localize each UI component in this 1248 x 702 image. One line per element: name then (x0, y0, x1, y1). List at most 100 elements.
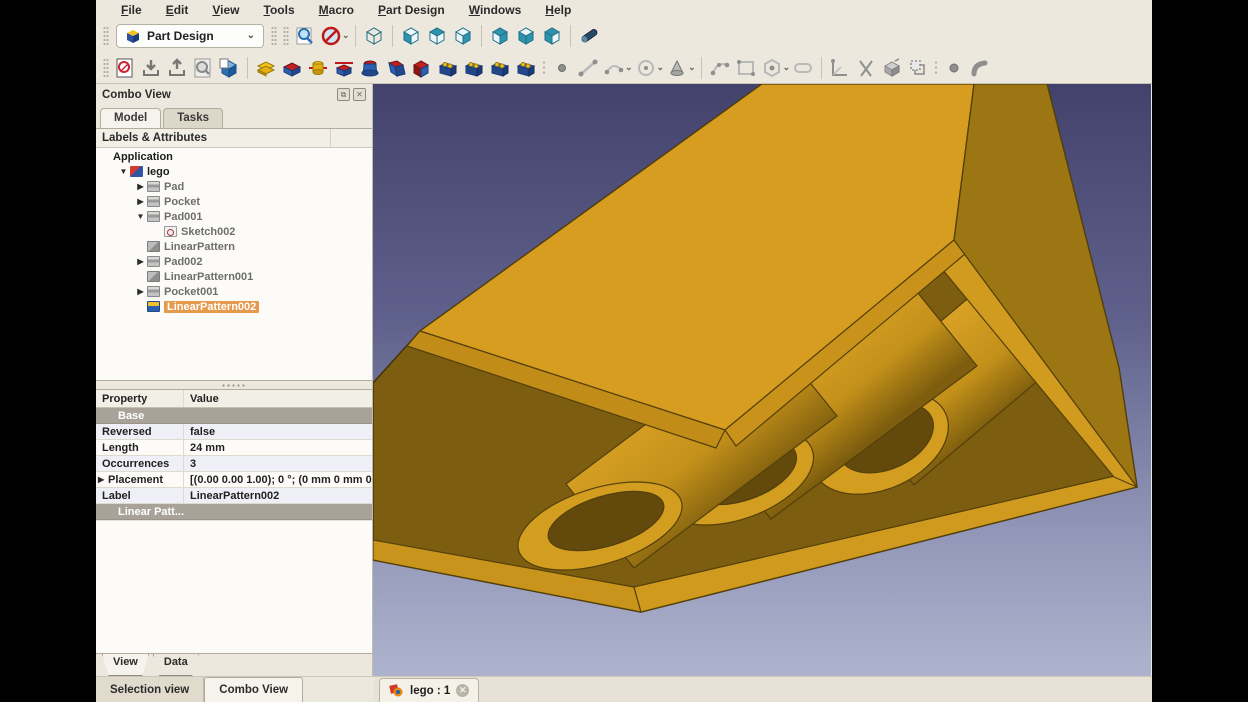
chamfer-icon[interactable] (461, 55, 487, 81)
toolbar-drag-handle[interactable] (103, 26, 109, 46)
property-value[interactable]: false (184, 426, 372, 438)
property-row-reversed[interactable]: Reversedfalse (96, 424, 372, 440)
front-view-icon[interactable] (398, 23, 424, 49)
close-document-icon[interactable]: ✕ (456, 684, 469, 697)
dock-tab-combo-view[interactable]: Combo View (204, 677, 303, 702)
tab-view[interactable]: View (102, 654, 149, 676)
menu-part-design[interactable]: Part Design (367, 2, 456, 18)
point-symbol-icon[interactable] (941, 55, 967, 81)
boolean-icon[interactable] (409, 55, 435, 81)
expand-closed-icon[interactable]: ▶ (134, 182, 147, 191)
chevron-down-icon[interactable]: ⌄ (688, 62, 696, 73)
draw-style-icon[interactable] (318, 23, 344, 49)
right-view-icon[interactable] (450, 23, 476, 49)
expand-closed-icon[interactable]: ▶ (134, 257, 147, 266)
chevron-down-icon[interactable]: ⌄ (342, 30, 350, 41)
groove-icon[interactable] (331, 55, 357, 81)
pad-icon[interactable] (253, 55, 279, 81)
property-group-base[interactable]: Base (96, 408, 372, 424)
additive-pipe-icon[interactable] (383, 55, 409, 81)
expand-open-icon[interactable]: ▼ (117, 167, 130, 176)
property-value[interactable]: LinearPattern002 (184, 490, 372, 502)
property-row-length[interactable]: Length24 mm (96, 440, 372, 456)
arc-tool-icon[interactable] (601, 55, 627, 81)
menu-windows[interactable]: Windows (458, 2, 533, 18)
fillet-arc-icon[interactable] (967, 55, 993, 81)
fillet-icon[interactable] (435, 55, 461, 81)
tree-item-pocket[interactable]: ▶Pocket (96, 194, 372, 209)
axonometric-view-icon[interactable] (361, 23, 387, 49)
slot-tool-icon[interactable] (790, 55, 816, 81)
property-value[interactable]: [(0.00 0.00 1.00); 0 °; (0 mm 0 mm 0 ... (184, 474, 372, 486)
chevron-down-icon[interactable]: ⌄ (657, 62, 665, 73)
expand-closed-icon[interactable]: ▶ (134, 287, 147, 296)
property-row-label[interactable]: LabelLinearPattern002 (96, 488, 372, 504)
carbon-copy-icon[interactable] (905, 55, 931, 81)
property-value[interactable]: 24 mm (184, 442, 372, 454)
point-tool-icon[interactable] (549, 55, 575, 81)
toolbar-drag-handle[interactable] (283, 26, 289, 46)
tree-item-lego[interactable]: ▼lego (96, 164, 372, 179)
property-value[interactable]: 3 (184, 458, 372, 470)
menu-file[interactable]: File (110, 2, 153, 18)
property-row-placement[interactable]: ▶Placement[(0.00 0.00 1.00); 0 °; (0 mm … (96, 472, 372, 488)
expand-closed-icon[interactable]: ▶ (134, 197, 147, 206)
line-tool-icon[interactable] (575, 55, 601, 81)
validate-sketch-icon[interactable] (190, 55, 216, 81)
tree-item-sketch002[interactable]: Sketch002 (96, 224, 372, 239)
primitive-tool-icon[interactable] (664, 55, 690, 81)
chevron-down-icon[interactable]: ⌄ (783, 62, 791, 73)
chevron-down-icon[interactable]: ⌄ (625, 62, 633, 73)
tab-tasks[interactable]: Tasks (163, 108, 223, 128)
toolbar-drag-handle[interactable] (271, 26, 277, 46)
left-view-icon[interactable] (539, 23, 565, 49)
thickness-icon[interactable] (513, 55, 539, 81)
fit-all-icon[interactable] (292, 23, 318, 49)
property-group-linear-patt-[interactable]: Linear Patt... (96, 504, 372, 520)
menu-view[interactable]: View (201, 2, 250, 18)
revolution-icon[interactable] (305, 55, 331, 81)
tree-item-linearpattern001[interactable]: LinearPattern001 (96, 269, 372, 284)
dimension-tool-icon[interactable] (827, 55, 853, 81)
tree-item-application[interactable]: Application (96, 149, 372, 164)
dock-tab-selection-view[interactable]: Selection view (96, 677, 204, 702)
reorient-sketch-icon[interactable] (164, 55, 190, 81)
close-panel-icon[interactable]: ✕ (353, 88, 366, 101)
additive-loft-icon[interactable] (357, 55, 383, 81)
map-sketch-icon[interactable] (138, 55, 164, 81)
rectangle-tool-icon[interactable] (733, 55, 759, 81)
pocket-icon[interactable] (279, 55, 305, 81)
tab-model[interactable]: Model (100, 108, 161, 128)
circle-tool-icon[interactable] (633, 55, 659, 81)
toolbar-drag-handle[interactable] (103, 58, 109, 78)
draft-icon[interactable] (487, 55, 513, 81)
bspline-tool-icon[interactable] (707, 55, 733, 81)
document-tab-lego[interactable]: lego : 1 ✕ (379, 678, 479, 702)
tree-item-linearpattern[interactable]: LinearPattern (96, 239, 372, 254)
rear-view-icon[interactable] (487, 23, 513, 49)
menu-help[interactable]: Help (534, 2, 582, 18)
expand-closed-icon[interactable]: ▶ (98, 475, 108, 484)
property-row-occurrences[interactable]: Occurrences3 (96, 456, 372, 472)
polygon-tool-icon[interactable] (759, 55, 785, 81)
create-body-icon[interactable] (216, 55, 242, 81)
top-view-icon[interactable] (424, 23, 450, 49)
external-geometry-icon[interactable] (879, 55, 905, 81)
panel-splitter[interactable] (96, 381, 372, 389)
tree-item-pad[interactable]: ▶Pad (96, 179, 372, 194)
float-panel-icon[interactable]: ⧉ (337, 88, 350, 101)
bottom-view-icon[interactable] (513, 23, 539, 49)
tree-item-pad001[interactable]: ▼Pad001 (96, 209, 372, 224)
trim-tool-icon[interactable] (853, 55, 879, 81)
tree-item-pocket001[interactable]: ▶Pocket001 (96, 284, 372, 299)
workbench-selector[interactable]: Part Design ⌄ (116, 24, 264, 48)
menu-edit[interactable]: Edit (155, 2, 200, 18)
create-sketch-icon[interactable] (112, 55, 138, 81)
tab-data[interactable]: Data (153, 654, 199, 676)
tree-item-pad002[interactable]: ▶Pad002 (96, 254, 372, 269)
3d-viewport[interactable] (373, 84, 1152, 676)
expand-open-icon[interactable]: ▼ (134, 212, 147, 221)
menu-tools[interactable]: Tools (253, 2, 306, 18)
measure-icon[interactable] (576, 23, 602, 49)
tree-item-linearpattern002[interactable]: LinearPattern002 (96, 299, 372, 314)
